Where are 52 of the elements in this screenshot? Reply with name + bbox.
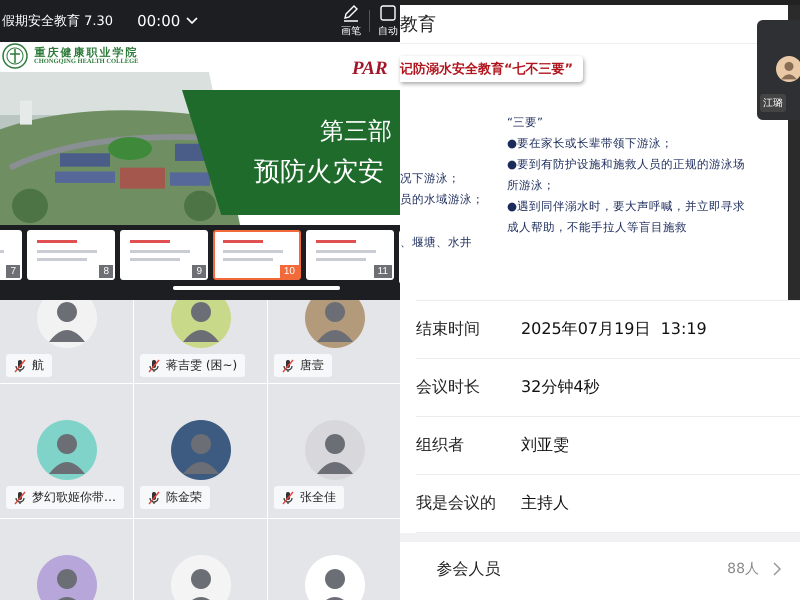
slide-title: 记防溺水安全教育“七不三要” bbox=[400, 56, 584, 82]
list-item: ●要在家长或长辈带领下游泳； bbox=[507, 135, 674, 152]
slide-text-line: 、堰塘、水井 bbox=[400, 235, 472, 250]
participant-name: 江璐 bbox=[760, 94, 786, 112]
list-heading: “三要” bbox=[507, 114, 544, 131]
avatar bbox=[305, 555, 365, 600]
meeting-title: 假期安全教育 7.30 bbox=[2, 12, 114, 30]
list-item: ●遇到同伴溺水时，要大声呼喊，并立即寻求成人帮助，不能手拉人等盲目施救 bbox=[507, 198, 746, 236]
slide-text-line: 员的水域游泳； bbox=[400, 192, 484, 207]
avatar bbox=[305, 300, 365, 348]
part-label: PAR bbox=[352, 58, 388, 80]
chevron-right-icon bbox=[773, 562, 782, 576]
pen-icon bbox=[342, 4, 360, 22]
info-value: 32分钟4秒 bbox=[521, 377, 600, 398]
video-tile[interactable]: 江璐 bbox=[757, 20, 800, 120]
timer-button[interactable]: 00:00 bbox=[137, 12, 198, 30]
list-item: ●要到有防护设施和施救人员的正规的游泳场所游泳； bbox=[507, 156, 746, 194]
chevron-down-icon bbox=[186, 17, 198, 25]
info-label: 我是会议的 bbox=[416, 493, 497, 514]
slide-thumbnail[interactable]: 9 bbox=[120, 230, 208, 280]
slide-thumbnail[interactable]: 7 bbox=[0, 230, 22, 280]
avatar bbox=[36, 420, 96, 480]
college-name: 重庆健康职业学院 bbox=[34, 46, 138, 60]
avatar bbox=[170, 420, 230, 480]
slide-thumbnail[interactable]: 11 bbox=[306, 230, 394, 280]
participant-name-tag: 航 bbox=[6, 354, 52, 377]
auto-tool-button[interactable]: 自动 bbox=[376, 4, 400, 38]
avatar bbox=[36, 300, 96, 348]
slide-thumbnail[interactable]: 8 bbox=[27, 230, 115, 280]
section-heading: 第三部 bbox=[320, 116, 392, 147]
info-label: 结束时间 bbox=[416, 319, 481, 340]
participant-name-tag: 唐壹 bbox=[274, 354, 332, 377]
info-value: 刘亚雯 bbox=[521, 435, 569, 456]
square-icon bbox=[379, 4, 397, 22]
participant-name-tag: 梦幻歌姬你带… bbox=[6, 486, 124, 509]
section-subheading: 预防火灾安 bbox=[254, 156, 384, 189]
avatar bbox=[170, 300, 230, 348]
slide-header: 教育 bbox=[400, 13, 436, 36]
avatar bbox=[36, 555, 96, 600]
slide-text-line: 况下游泳； bbox=[400, 171, 460, 186]
info-label: 组织者 bbox=[416, 435, 465, 456]
participant-name-tag: 张全佳 bbox=[274, 486, 344, 509]
avatar bbox=[170, 555, 230, 600]
participant-name-tag: 蒋吉雯 (困~) bbox=[140, 354, 246, 377]
avatar bbox=[305, 420, 365, 480]
info-label: 会议时长 bbox=[416, 377, 481, 398]
info-value: 2025年07月19日 13:19 bbox=[521, 319, 707, 340]
college-emblem-icon bbox=[2, 43, 28, 69]
info-value: 主持人 bbox=[521, 493, 569, 514]
participant-name-tag: 陈金荣 bbox=[140, 486, 210, 509]
avatar bbox=[776, 56, 800, 82]
pen-tool-button[interactable]: 画笔 bbox=[339, 4, 363, 38]
